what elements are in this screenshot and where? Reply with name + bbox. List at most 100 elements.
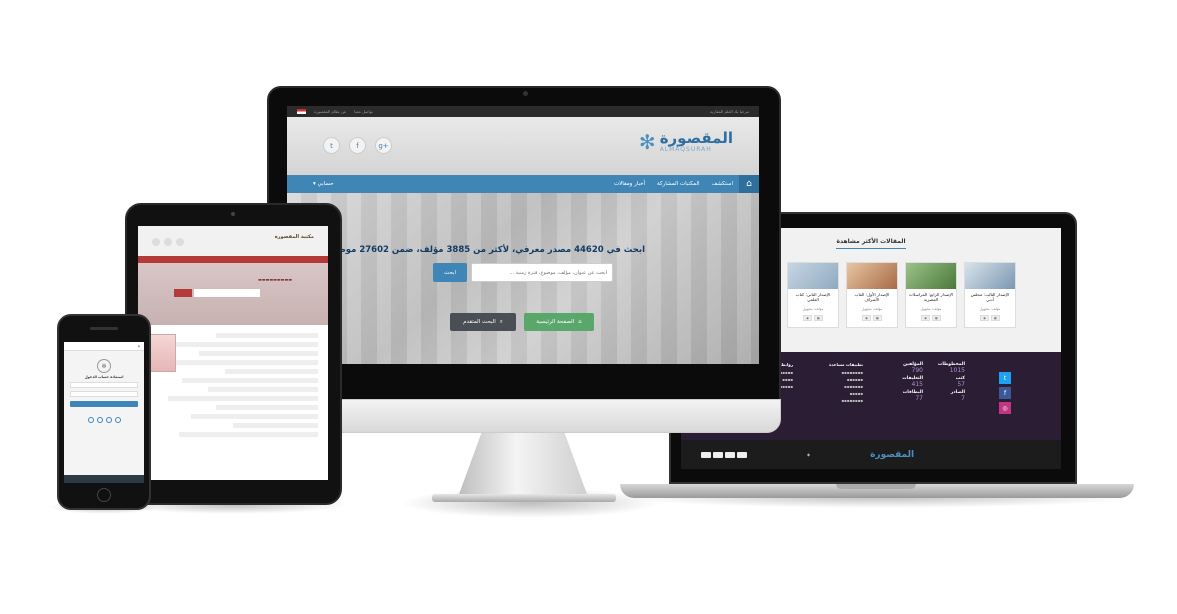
account-menu[interactable]: حسابي ▾ [307,181,340,187]
article-thumbnail[interactable] [906,263,956,289]
tablet-hero: ▬▬▬▬▬▬▬▬▬ [138,263,328,325]
footer-link[interactable]: ▪▪▪▪▪▪ [799,377,863,382]
tablet-header: مكتبة المقصورة [138,226,328,256]
footer-link[interactable]: ▪▪▪▪▪ [799,391,863,396]
social-icon[interactable] [152,238,160,246]
content-row [178,432,318,437]
article-card[interactable]: الإصدار الأول: القاب الأشراف مؤلف: مجهول… [846,262,898,328]
hero-tagline: ابحث في 44620 مصدر معرفي، لأكثر من 3885 … [323,245,645,255]
nav-item-libraries[interactable]: المكتبات المشاركة [651,181,706,187]
account-label: حسابي [317,181,334,187]
date-icon: ▦ [872,315,882,321]
article-title[interactable]: الإصدار الرابع: المراسلات المصرية [906,289,956,307]
flag-icon[interactable] [297,109,306,114]
social-icon[interactable] [164,238,172,246]
main-nav: ⌂ استكشف المكتبات المشاركة أخبار ومقالات… [287,175,759,193]
stat-item: التعليقات 415 [902,376,923,388]
logo-star-icon: ✻ [638,130,656,154]
top-link[interactable]: تواصل معنا [354,109,373,114]
tablet-hero-text: ▬▬▬▬▬▬▬▬▬ [257,277,292,282]
article-thumbnail[interactable] [847,263,897,289]
date-icon: ▦ [813,315,823,321]
stat-item: الصادر 7 [950,390,965,402]
article-cards: الإصدار الثاني: كتاب العلمي مؤلف: مجهول … [787,262,1016,328]
stat-item: البطاقات 77 [902,390,923,402]
home-page-button[interactable]: الصفحة الرئيسية ⌂ [524,313,594,331]
social-icon[interactable] [114,417,121,423]
article-card[interactable]: الإصدار الثاني: كتاب العلمي مؤلف: مجهول … [787,262,839,328]
content-row [216,333,318,338]
nav-item-news[interactable]: أخبار ومقالات [608,181,651,187]
footer-link[interactable]: ▪▪▪▪▪▪▪ [799,384,863,389]
camera-icon [523,91,528,96]
username-field[interactable] [70,382,138,388]
phone-social [64,417,144,423]
social-icon[interactable] [105,417,112,423]
social-icon[interactable] [176,238,184,246]
content-row [233,423,318,428]
tablet-logo[interactable]: مكتبة المقصورة [275,234,314,240]
content-row [165,342,318,347]
article-title[interactable]: الإصدار الثالث: مجلس أدبي [965,289,1015,307]
instagram-icon[interactable]: ◎ [999,402,1011,414]
twitter-icon[interactable]: t [999,372,1011,384]
phone-title: استعادة حساب الدخول [84,375,124,379]
article-thumbnail[interactable] [965,263,1015,289]
footer-link[interactable]: ▪▪▪▪▪▪▪▪ [799,370,863,375]
article-stats: ◉ ▦ [788,315,838,321]
devices-mockup: المقالات الأكثر مشاهدة الإصدار الثاني: ك… [0,0,1177,614]
views-icon: ◉ [980,315,989,321]
article-stats: ◉ ▦ [847,315,897,321]
article-meta: مؤلف: مجهول [979,307,1001,311]
advanced-search-button[interactable]: البحث المتقدم ⌕ [450,313,516,331]
hero-search: ابحث [433,263,613,282]
search-input[interactable] [471,263,613,282]
stat-item: كتب 57 [955,376,965,388]
tablet-nav[interactable] [138,256,328,263]
facebook-icon[interactable]: f [999,387,1011,399]
phone-topbar: ≡ [64,342,144,351]
home-icon: ⌂ [578,319,582,325]
nav-item-explore[interactable]: استكشف [706,181,739,187]
article-card[interactable]: الإصدار الرابع: المراسلات المصرية مؤلف: … [905,262,957,328]
logo-latin: ALMAQSURAH [659,146,712,153]
twitter-icon[interactable]: t [323,137,340,154]
tablet-search-button[interactable] [174,289,192,297]
book-cover[interactable] [148,334,176,372]
social-icon[interactable] [96,417,103,423]
mastercard-icon [713,451,723,458]
top-link[interactable]: مرحبا بك العلم المقاربة [710,109,749,114]
laptop-notch [836,484,916,489]
footer-link[interactable]: ▪▪▪▪▪▪▪▪ [799,398,863,403]
article-card[interactable]: الإصدار الثالث: مجلس أدبي مؤلف: مجهول ◉ ▦ [964,262,1016,328]
camera-icon [231,212,235,216]
footer-social: t f ◎ [999,372,1011,414]
article-thumbnail[interactable] [788,263,838,289]
article-meta: مؤلف: مجهول [802,307,824,311]
home-page-label: الصفحة الرئيسية [536,319,575,325]
content-row [216,405,318,410]
article-title[interactable]: الإصدار الأول: القاب الأشراف [847,289,897,307]
password-field[interactable] [70,391,138,397]
article-stats: ◉ ▦ [906,315,956,321]
site-logo[interactable]: المقصورة ALMAQSURAH ✻ [636,130,733,154]
menu-icon[interactable]: ≡ [137,344,140,348]
search-button[interactable]: ابحث [433,263,467,282]
login-button[interactable] [70,401,138,407]
imac-stand-foot [432,494,616,502]
views-icon: ◉ [803,315,812,321]
tablet-search-input[interactable] [194,289,260,297]
social-icon[interactable] [87,417,94,423]
article-title[interactable]: الإصدار الثاني: كتاب العلمي [788,289,838,307]
header-social: t f g+ [323,137,392,154]
phone-logo-icon: ✻ [97,359,111,373]
content-row [207,387,318,392]
home-icon[interactable]: ⌂ [739,175,759,193]
visa-icon [701,451,711,458]
footer-logo[interactable]: المقصورة [870,450,914,460]
stat-item: المخطوطات 1015 [937,362,965,374]
top-link[interactable]: عن نظام المقصورة [314,109,346,114]
article-meta: مؤلف: مجهول [861,307,883,311]
google-plus-icon[interactable]: g+ [375,137,392,154]
facebook-icon[interactable]: f [349,137,366,154]
